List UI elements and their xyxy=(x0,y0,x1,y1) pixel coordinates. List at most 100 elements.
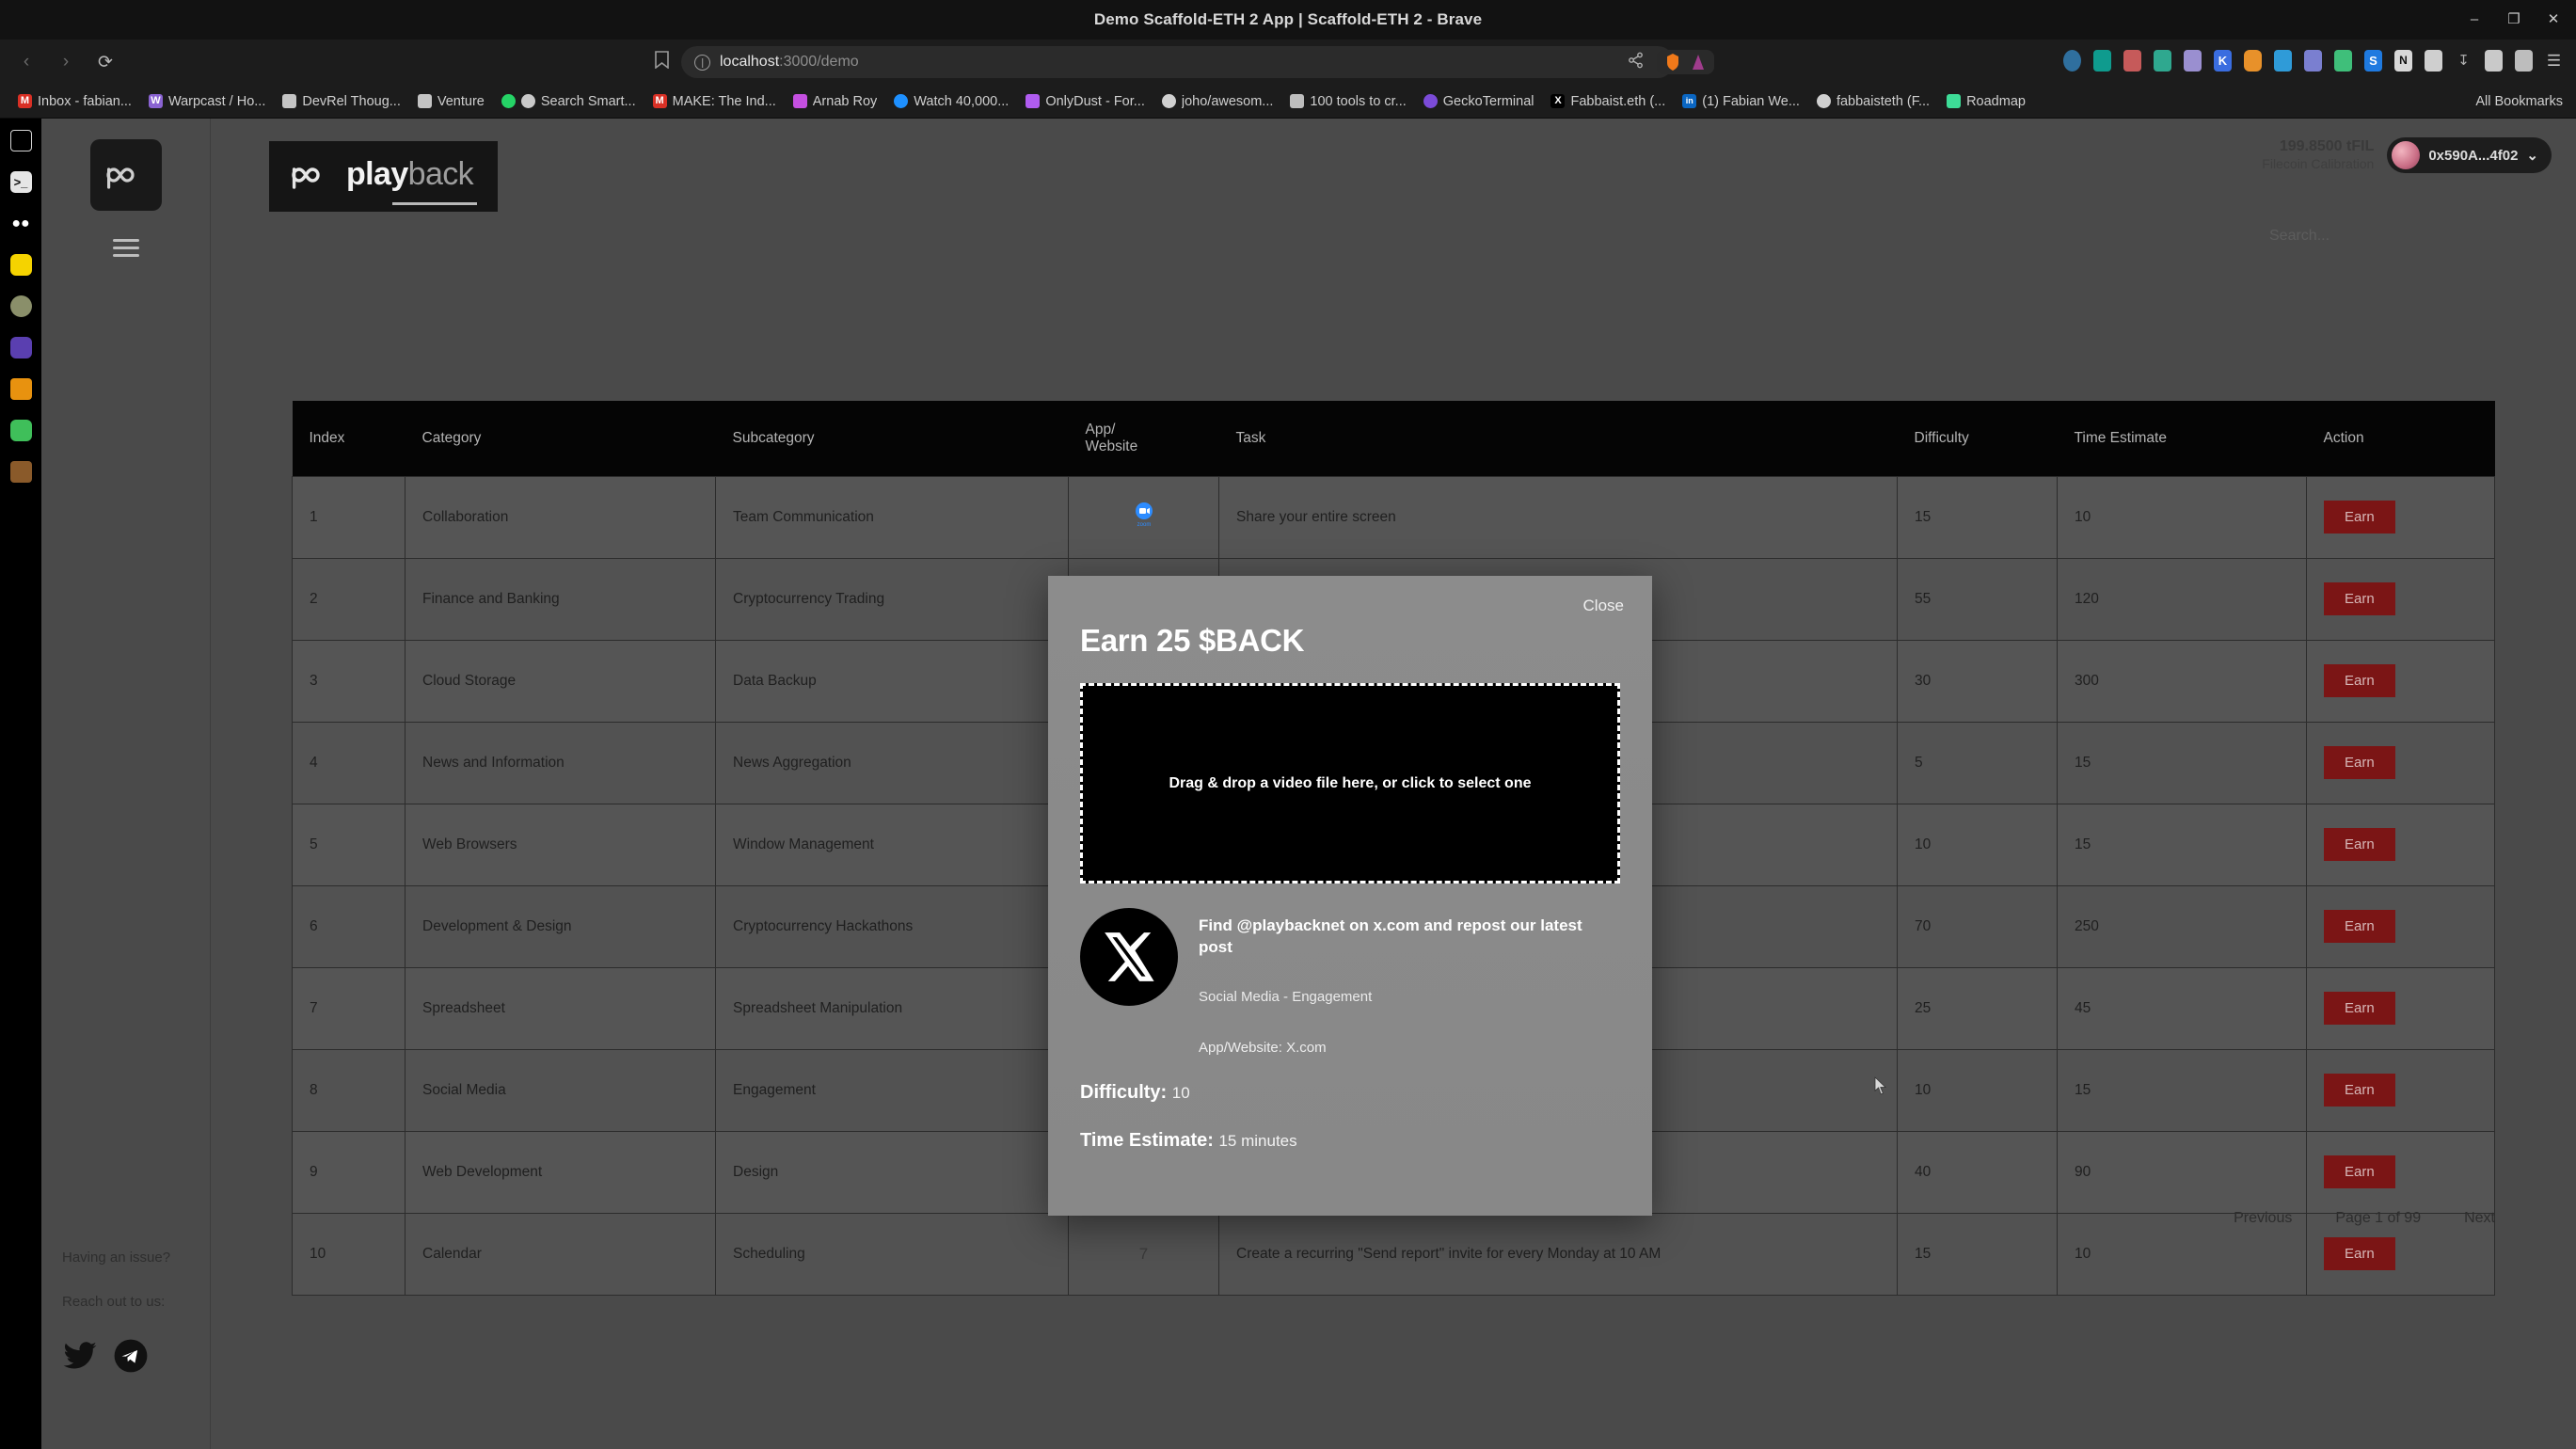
brave-leo-icon xyxy=(1693,55,1704,70)
metamask-icon[interactable] xyxy=(9,254,32,276)
omnibox-area: localhost:3000/demo xyxy=(654,46,1674,78)
extension-7-icon[interactable] xyxy=(2304,50,2322,72)
extension-3-icon[interactable] xyxy=(2123,50,2141,72)
extension-6-icon[interactable] xyxy=(2274,50,2292,72)
link-icon xyxy=(1290,94,1305,108)
extension-1-icon[interactable] xyxy=(2063,50,2081,72)
tent-icon[interactable] xyxy=(9,378,32,400)
docs-icon xyxy=(282,94,297,108)
hex-icon[interactable] xyxy=(9,420,32,441)
onlydust-icon xyxy=(1026,94,1041,108)
bookmark-item[interactable]: DevRel Thoug... xyxy=(274,94,409,109)
roadmap-icon xyxy=(1947,94,1962,108)
mouse-cursor xyxy=(1874,1076,1887,1095)
bookmark-item[interactable]: Arnab Roy xyxy=(785,94,886,109)
modal-time-value: 15 minutes xyxy=(1218,1131,1297,1150)
wallet-icon[interactable]: ●● xyxy=(10,213,32,234)
browser-toolbar-icons: K S N ↧ ☰ xyxy=(2063,50,2563,72)
all-bookmarks-button[interactable]: All Bookmarks xyxy=(2469,94,2563,109)
extension-2-icon[interactable] xyxy=(2093,50,2111,72)
close-modal-button[interactable]: Close xyxy=(1583,597,1624,615)
omnibox-right-icons xyxy=(1628,50,1714,74)
profile-icon[interactable] xyxy=(2485,50,2503,72)
back-icon[interactable]: ‹ xyxy=(13,49,40,75)
terminal-icon[interactable]: >_ xyxy=(9,171,32,193)
notion-icon xyxy=(792,94,807,108)
bookmark-item[interactable]: 100 tools to cr... xyxy=(1281,94,1414,109)
bookmark-item[interactable]: fabbaisteth (F... xyxy=(1808,94,1938,109)
geckoterminal-icon xyxy=(1423,94,1438,108)
modal-task-row: Find @playbacknet on x.com and repost ou… xyxy=(1080,908,1620,1056)
modal-task-meta: Find @playbacknet on x.com and repost ou… xyxy=(1199,908,1584,1056)
reload-icon[interactable]: ⟳ xyxy=(92,49,119,75)
brave-shield-icon[interactable] xyxy=(9,295,32,317)
bookmark-item[interactable]: OnlyDust - For... xyxy=(1017,94,1153,109)
docs-icon xyxy=(417,94,432,108)
bookmark-item[interactable]: X Fabbaist.eth (... xyxy=(1542,94,1674,109)
rainbow-icon[interactable] xyxy=(2244,50,2262,72)
video-dropzone[interactable]: Drag & drop a video file here, or click … xyxy=(1080,683,1620,884)
address-bar[interactable]: localhost:3000/demo xyxy=(681,46,1674,78)
gmail-icon: M xyxy=(18,94,32,108)
modal-task-category: Social Media - Engagement xyxy=(1199,988,1373,1005)
close-window-button[interactable]: ✕ xyxy=(2546,12,2561,27)
gmail-icon: M xyxy=(652,94,667,108)
linkedin-icon: in xyxy=(1682,94,1697,108)
github-icon xyxy=(1161,94,1176,108)
bookmark-item[interactable]: in (1) Fabian We... xyxy=(1674,94,1808,109)
bookmark-item[interactable]: Roadmap xyxy=(1938,94,2034,109)
maximize-button[interactable]: ❐ xyxy=(2506,12,2521,27)
bookmark-item[interactable]: Watch 40,000... xyxy=(885,94,1017,109)
extension-9-icon[interactable]: S xyxy=(2364,50,2382,72)
extension-8-icon[interactable] xyxy=(2334,50,2352,72)
site-info-icon[interactable] xyxy=(694,54,710,71)
brave-rewards-icon xyxy=(1667,54,1678,71)
web-page: Having an issue? Reach out to us: playba… xyxy=(41,119,2576,1449)
x-icon: X xyxy=(1550,94,1566,108)
window-controls: – ❐ ✕ xyxy=(2467,0,2561,40)
modal-title: Earn 25 $BACK xyxy=(1080,623,1305,658)
sidebar-toggle-icon[interactable] xyxy=(9,130,32,151)
bookmark-item[interactable]: M MAKE: The Ind... xyxy=(644,94,785,109)
youtube-icon xyxy=(894,94,909,108)
brave-extension-pill[interactable] xyxy=(1657,50,1714,74)
extension-5-icon[interactable] xyxy=(2184,50,2202,72)
modal-task-app: App/Website: X.com xyxy=(1199,1039,1327,1056)
dropzone-label: Drag & drop a video file here, or click … xyxy=(1169,774,1532,791)
java-icon[interactable] xyxy=(9,461,32,483)
share-icon[interactable] xyxy=(1628,52,1645,72)
bookmark-item[interactable]: Search Smart... xyxy=(493,94,644,109)
bookmark-item[interactable]: M Inbox - fabian... xyxy=(9,94,140,109)
forward-icon[interactable]: › xyxy=(53,49,79,75)
extension-4-icon[interactable] xyxy=(2154,50,2171,72)
bookmark-icon[interactable] xyxy=(654,51,670,73)
link-icon xyxy=(520,94,535,108)
earn-modal: Close Earn 25 $BACK Drag & drop a video … xyxy=(1048,576,1652,1216)
keplr-icon[interactable]: K xyxy=(2214,50,2232,72)
bookmarks-bar: M Inbox - fabian... W Warpcast / Ho... Dev… xyxy=(0,85,2576,119)
modal-difficulty-value: 10 xyxy=(1171,1083,1190,1102)
navigation-bar: ‹ › ⟳ localhost:3000/demo K S N ↧ ☰ xyxy=(0,40,2576,85)
extension-11-icon[interactable] xyxy=(2425,50,2442,72)
browser-window: Demo Scaffold-ETH 2 App | Scaffold-ETH 2… xyxy=(0,0,2576,1449)
bookmark-item[interactable]: joho/awesom... xyxy=(1153,94,1282,109)
github-icon xyxy=(1816,94,1831,108)
minimize-button[interactable]: – xyxy=(2467,12,2482,27)
extension-10-icon[interactable]: N xyxy=(2394,50,2412,72)
x-logo-icon xyxy=(1080,908,1178,1006)
whatsapp-icon xyxy=(501,94,516,108)
downloads-icon[interactable]: ↧ xyxy=(2455,50,2473,72)
cast-icon[interactable] xyxy=(2515,50,2533,72)
bookmark-item[interactable]: GeckoTerminal xyxy=(1415,94,1543,109)
bookmark-item[interactable]: W Warpcast / Ho... xyxy=(140,94,274,109)
modal-difficulty: Difficulty: 10 xyxy=(1080,1082,1620,1104)
modal-time-label: Time Estimate: xyxy=(1080,1129,1214,1151)
nebula-icon[interactable] xyxy=(9,337,32,358)
bookmark-item[interactable]: Venture xyxy=(409,94,493,109)
window-title: Demo Scaffold-ETH 2 App | Scaffold-ETH 2… xyxy=(1093,10,1483,28)
title-bar: Demo Scaffold-ETH 2 App | Scaffold-ETH 2… xyxy=(0,0,2576,40)
modal-time-estimate: Time Estimate: 15 minutes xyxy=(1080,1130,1620,1152)
warpcast-icon: W xyxy=(148,94,163,108)
menu-icon[interactable]: ☰ xyxy=(2545,50,2563,72)
modal-task-title: Find @playbacknet on x.com and repost ou… xyxy=(1199,916,1582,956)
